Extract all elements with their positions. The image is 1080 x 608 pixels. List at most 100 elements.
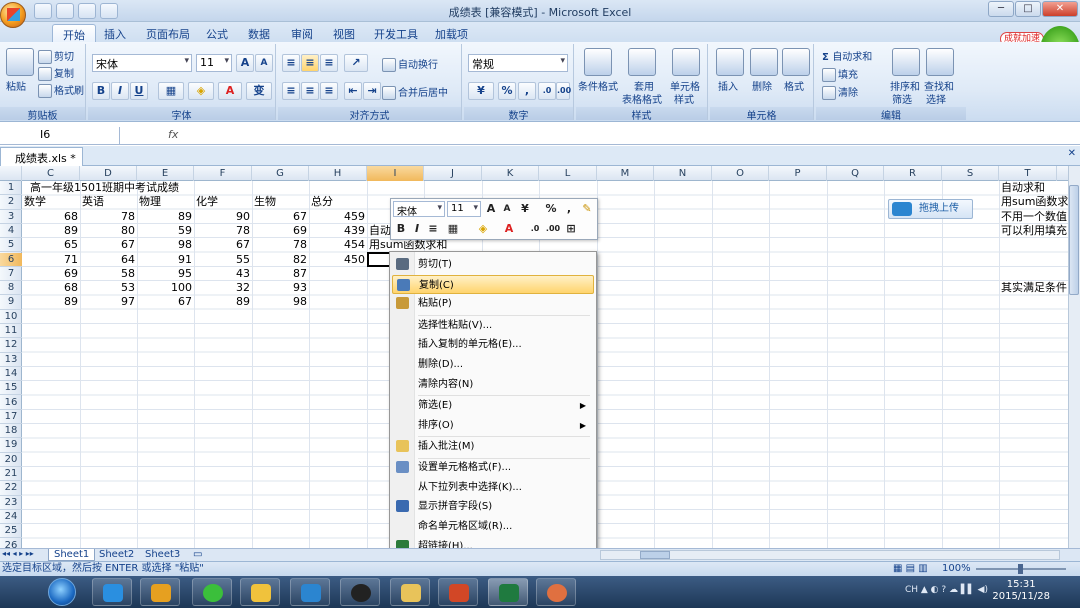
align-middle-button[interactable]: ≡ [301,54,319,72]
row-header[interactable]: 12 [0,338,22,353]
row-header[interactable]: 24 [0,510,22,525]
mini-comma-button[interactable]: , [561,202,577,216]
office-button[interactable] [0,2,26,28]
col-header[interactable]: R [884,166,942,181]
mini-italic-button[interactable]: I [409,222,425,236]
format-cells-button[interactable]: 格式 [784,78,804,93]
col-header[interactable]: M [597,166,654,181]
mini-decrease-decimal-button[interactable]: .00 [545,222,561,236]
name-box[interactable]: I6 [0,127,120,144]
context-menu-item[interactable]: 命名单元格区域(R)... [392,517,594,536]
fill-color-button[interactable]: ◈ [188,82,214,100]
row-header[interactable]: 8 [0,281,22,296]
mini-percent-button[interactable]: % [543,202,559,216]
col-header[interactable]: F [194,166,252,181]
shrink-font-button[interactable]: A [255,54,273,72]
tab-view[interactable]: 视图 [323,24,365,42]
conditional-format-icon[interactable] [584,48,612,76]
context-menu-item[interactable]: 筛选(E) ▶ [392,396,594,415]
mini-center-button[interactable]: ≡ [425,222,441,236]
mini-format-painter-button[interactable]: ✎ [579,202,595,216]
mini-currency-button[interactable]: ¥ [517,202,533,216]
row-header[interactable]: 10 [0,310,22,324]
col-header[interactable]: N [654,166,712,181]
tab-addins[interactable]: 加载项 [425,24,478,42]
align-left-button[interactable]: ≡ [282,82,300,100]
underline-button[interactable]: U [130,82,148,100]
col-header[interactable]: T [999,166,1057,181]
row-header[interactable]: 16 [0,396,22,410]
cell-style-icon[interactable] [672,48,700,76]
mini-grow-font-button[interactable]: A [483,202,499,216]
col-header[interactable]: H [309,166,367,181]
horizontal-scroll-thumb[interactable] [640,551,670,559]
decrease-indent-button[interactable]: ⇤ [344,82,362,100]
sheet-nav-arrows[interactable]: ◂◂ ◂ ▸ ▸▸ [2,549,34,558]
col-header[interactable]: J [424,166,482,181]
italic-button[interactable]: I [111,82,129,100]
mini-border-button[interactable]: ▦ [445,222,461,236]
context-menu-item[interactable]: 剪切(T) [392,255,594,274]
decrease-decimal-button[interactable]: .00 [556,82,571,100]
row-header[interactable]: 25 [0,524,22,539]
table-format-icon[interactable] [628,48,656,76]
paste-button[interactable]: 粘贴 [6,78,26,93]
col-header[interactable]: O [712,166,769,181]
font-color-button[interactable]: A [218,82,242,100]
align-bottom-button[interactable]: ≡ [320,54,338,72]
col-header[interactable]: G [252,166,309,181]
col-header[interactable]: C [22,166,80,181]
sheet-tab-2[interactable]: Sheet2 [94,549,139,561]
delete-cells-icon[interactable] [750,48,778,76]
row-header[interactable]: 17 [0,410,22,425]
col-header[interactable]: D [80,166,137,181]
row-header[interactable]: 1 [0,181,22,196]
grow-font-button[interactable]: A [236,54,254,72]
find-select-label-2[interactable]: 选择 [926,91,946,106]
mini-font-select[interactable]: 宋体 [393,201,445,218]
row-header[interactable]: 14 [0,367,22,382]
col-header[interactable]: K [482,166,539,181]
taskbar-ie-button[interactable] [92,578,132,606]
font-name-select[interactable]: 宋体 [92,54,192,72]
mini-merge-button[interactable]: ⊞ [563,222,579,236]
context-menu-item[interactable]: 设置单元格格式(F)... [392,458,594,477]
row-header[interactable]: 5 [0,238,22,253]
context-menu-item[interactable]: 粘贴(P) [392,294,594,313]
increase-indent-button[interactable]: ⇥ [363,82,381,100]
row-header[interactable]: 18 [0,424,22,439]
tab-home[interactable]: 开始 [52,24,96,42]
close-doc-icon[interactable]: ✕ [1068,148,1076,159]
tab-insert[interactable]: 插入 [94,24,136,42]
row-header[interactable]: 4 [0,224,22,239]
tab-review[interactable]: 审阅 [281,24,323,42]
mini-size-select[interactable]: 11 [447,201,481,217]
view-buttons[interactable]: ▦ ▤ ▥ [893,562,928,576]
sheet-tab-1[interactable]: Sheet1 [48,549,96,561]
row-header[interactable]: 21 [0,467,22,482]
conditional-format-button[interactable]: 条件格式 [578,78,618,93]
vertical-scroll-thumb[interactable] [1069,185,1079,295]
new-sheet-icon[interactable]: ▭ [188,549,207,561]
orientation-button[interactable]: ↗ [344,54,368,72]
taskbar-media-button[interactable] [140,578,180,606]
start-button[interactable] [48,578,76,606]
bold-button[interactable]: B [92,82,110,100]
close-button[interactable]: ✕ [1042,1,1078,17]
row-header[interactable]: 3 [0,210,22,224]
sort-filter-icon[interactable] [892,48,920,76]
sort-filter-label-2[interactable]: 筛选 [892,91,912,106]
tab-page-layout[interactable]: 页面布局 [136,24,200,42]
align-top-button[interactable]: ≡ [282,54,300,72]
insert-cells-button[interactable]: 插入 [718,78,738,93]
input-language[interactable]: CH [905,585,918,595]
mini-increase-decimal-button[interactable]: .0 [527,222,543,236]
context-menu-item[interactable]: 选择性粘贴(V)... [392,316,594,335]
row-header[interactable]: 11 [0,324,22,339]
tab-formulas[interactable]: 公式 [196,24,238,42]
context-menu-item[interactable]: 删除(D)... [392,355,594,374]
format-painter-button[interactable]: 格式刷 [38,82,84,98]
cut-button[interactable]: 剪切 [38,48,74,64]
border-button[interactable]: ▦ [158,82,184,100]
taskbar-ppt-button[interactable] [438,578,478,606]
